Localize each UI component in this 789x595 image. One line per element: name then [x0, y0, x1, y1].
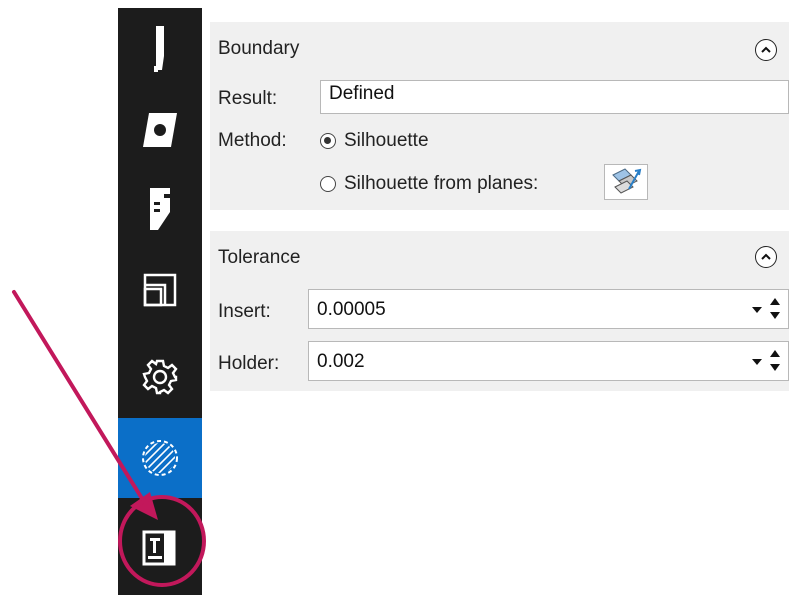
annotation-circle — [118, 495, 206, 587]
annotation-overlay — [12, 290, 206, 587]
annotation-arrow — [12, 290, 158, 520]
